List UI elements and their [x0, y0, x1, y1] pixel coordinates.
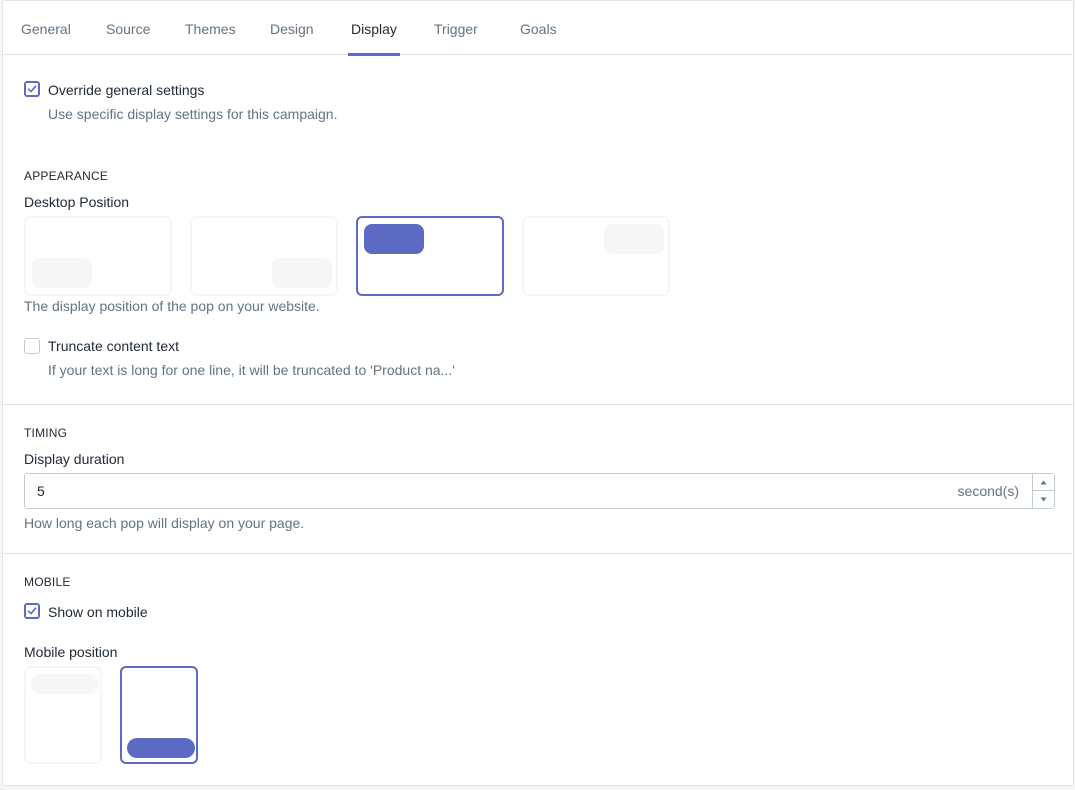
section-divider [3, 404, 1073, 405]
popup-preview [31, 674, 99, 694]
checkmark-icon [27, 85, 37, 93]
display-duration-label: Display duration [24, 451, 125, 467]
popup-preview [272, 258, 332, 288]
tab-source[interactable]: Source [106, 1, 150, 55]
mobile-position-label: Mobile position [24, 644, 118, 660]
override-general-settings-checkbox[interactable] [24, 81, 40, 97]
show-on-mobile-checkbox[interactable] [24, 603, 40, 619]
mobile-heading: MOBILE [24, 575, 71, 589]
checkmark-icon [27, 607, 37, 615]
display-duration-input[interactable] [25, 474, 945, 508]
tab-trigger[interactable]: Trigger [434, 1, 478, 55]
caret-up-icon [1040, 480, 1047, 485]
popup-preview [364, 224, 424, 254]
tab-themes[interactable]: Themes [185, 1, 236, 55]
mobile-position-bottom[interactable] [120, 666, 198, 764]
appearance-heading: APPEARANCE [24, 169, 109, 183]
display-duration-help: How long each pop will display on your p… [24, 515, 305, 531]
popup-preview [604, 224, 664, 254]
increment-button[interactable] [1033, 474, 1054, 491]
desktop-position-bottom-right[interactable] [190, 216, 338, 296]
override-general-settings-label[interactable]: Override general settings [48, 82, 204, 98]
settings-tabs: General Source Themes Design Display Tri… [3, 1, 1073, 56]
mobile-position-top[interactable] [24, 666, 102, 764]
desktop-position-help: The display position of the pop on your … [24, 298, 320, 314]
truncate-help-text: If your text is long for one line, it wi… [48, 362, 455, 378]
tab-general[interactable]: General [21, 1, 71, 55]
override-help-text: Use specific display settings for this c… [48, 106, 338, 122]
tab-display[interactable]: Display [348, 1, 400, 56]
desktop-position-label: Desktop Position [24, 194, 130, 210]
display-settings-card: General Source Themes Design Display Tri… [2, 0, 1074, 786]
duration-spinner [1032, 474, 1054, 508]
display-duration-field: second(s) [24, 473, 1055, 509]
duration-suffix: second(s) [957, 483, 1019, 499]
timing-heading: TIMING [24, 426, 68, 440]
popup-preview [127, 738, 195, 758]
desktop-position-bottom-left[interactable] [24, 216, 172, 296]
truncate-content-checkbox[interactable] [24, 338, 40, 354]
desktop-position-top-left[interactable] [356, 216, 504, 296]
desktop-position-top-right[interactable] [522, 216, 670, 296]
section-divider [3, 553, 1073, 554]
decrement-button[interactable] [1033, 491, 1054, 508]
tab-goals[interactable]: Goals [520, 1, 557, 55]
tab-design[interactable]: Design [270, 1, 314, 55]
popup-preview [32, 258, 92, 288]
show-on-mobile-label[interactable]: Show on mobile [48, 604, 148, 620]
truncate-content-label[interactable]: Truncate content text [48, 338, 179, 354]
caret-down-icon [1040, 497, 1047, 502]
